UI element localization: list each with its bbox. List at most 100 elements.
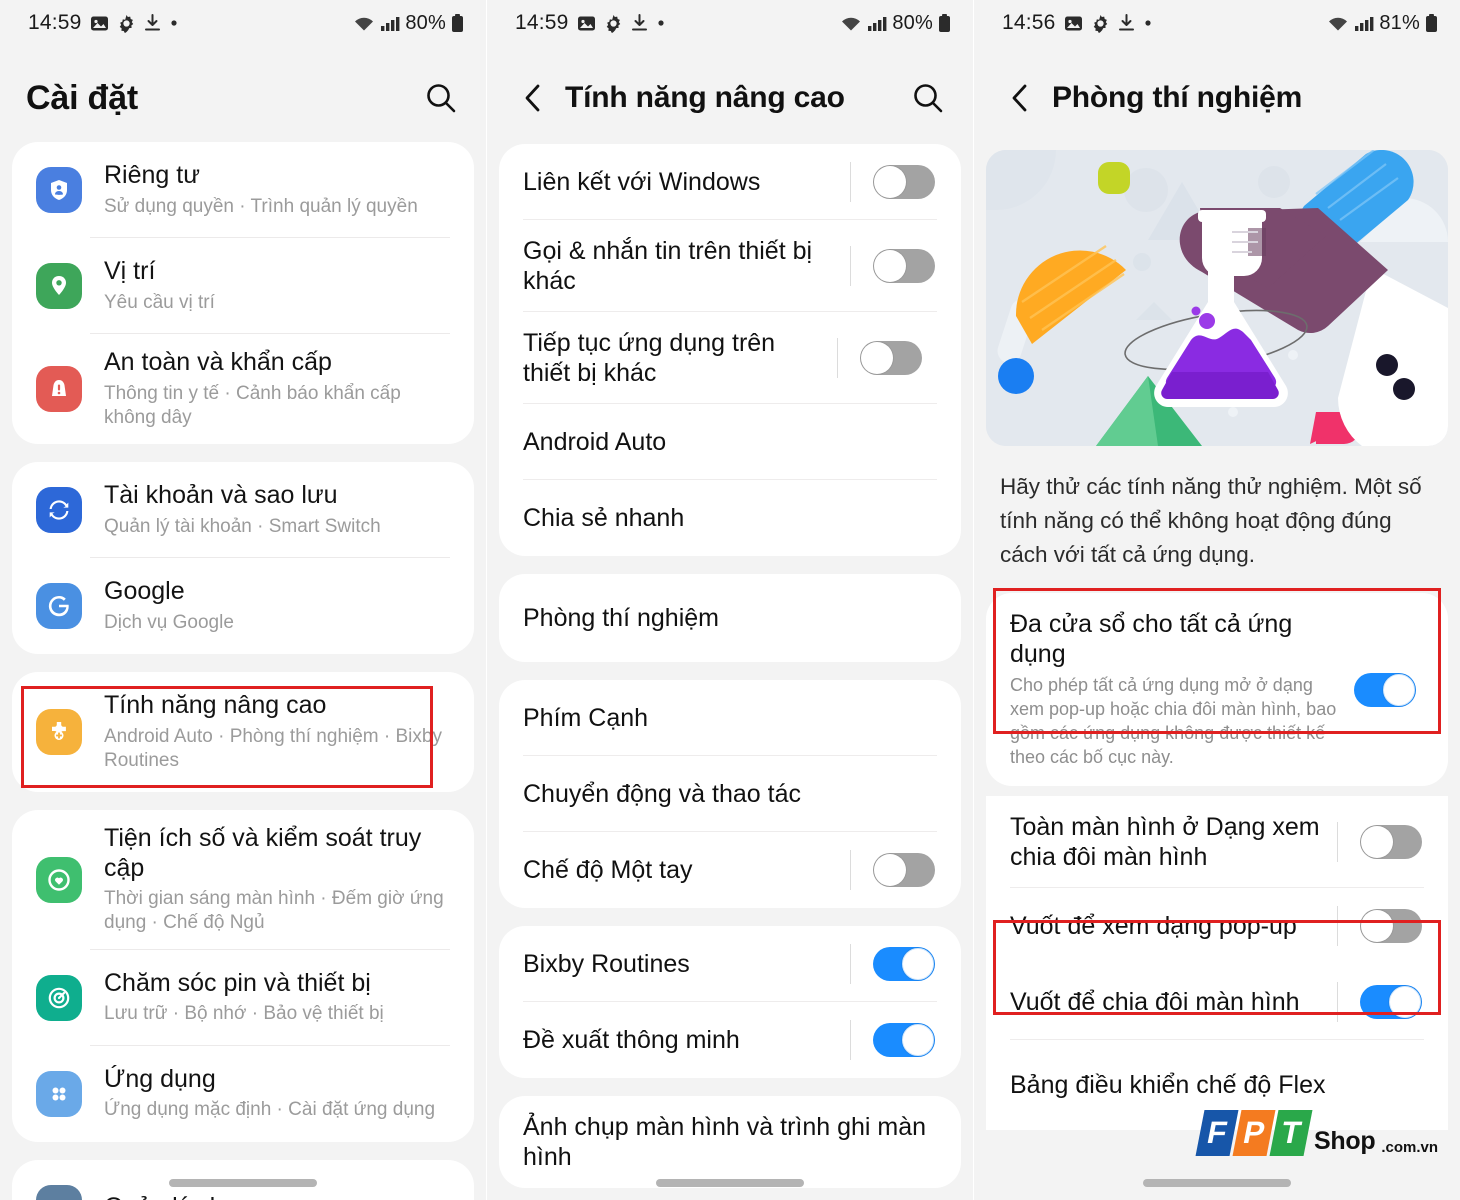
labs-item-swipe-split[interactable]: Vuốt để chia đôi màn hình [986, 964, 1448, 1040]
home-handle[interactable] [656, 1179, 804, 1187]
labs-item-swipe-popup[interactable]: Vuốt để xem dạng pop-up [986, 888, 1448, 964]
status-bar-1: 14:59 80% [0, 0, 486, 46]
settings-item-title: Tính năng nâng cao [104, 691, 327, 720]
home-handle[interactable] [1143, 1179, 1291, 1187]
toggle-separator [1337, 982, 1338, 1022]
item-title: Liên kết với Windows [523, 168, 761, 196]
toggle-bixby-routines[interactable] [873, 947, 935, 981]
privacy-shield-icon [36, 167, 82, 213]
toggle-swipe-popup[interactable] [1360, 909, 1422, 943]
advanced-features-icon [36, 709, 82, 756]
toggle-one-handed-mode[interactable] [873, 853, 935, 887]
settings-item-apps[interactable]: Ứng dụng Ứng dụng mặc định · Cài đặt ứng… [12, 1046, 474, 1142]
gear-icon [1091, 14, 1110, 33]
download-icon [144, 13, 161, 33]
download-icon [631, 13, 648, 33]
settings-item-subtitle: Android Auto · Phòng thí nghiệm · Bixby … [104, 725, 442, 771]
settings-item-subtitle: Sử dụng quyền · Trình quản lý quyền [104, 195, 418, 217]
settings-item-privacy[interactable]: Riêng tư Sử dụng quyền · Trình quản lý q… [12, 142, 474, 238]
settings-item-digital-wellbeing[interactable]: Tiện ích số và kiểm soát truy cập Thời g… [12, 810, 474, 950]
toggle-link-to-windows[interactable] [873, 165, 935, 199]
search-icon[interactable] [905, 75, 951, 121]
settings-item-title: Tiện ích số và kiểm soát truy cập [104, 824, 422, 882]
advanced-item-quick-share[interactable]: Chia sẻ nhanh [499, 480, 961, 556]
page-title: Cài đặt [26, 78, 138, 117]
settings-group-1: Riêng tư Sử dụng quyền · Trình quản lý q… [12, 142, 474, 445]
settings-item-subtitle: Ứng dụng mặc định · Cài đặt ứng dụng [104, 1099, 436, 1121]
status-time: 14:56 [1002, 11, 1056, 34]
battery-percent: 81% [1379, 11, 1420, 34]
advanced-item-one-handed-mode[interactable]: Chế độ Một tay [499, 832, 961, 908]
item-title: Vuốt để chia đôi màn hình [1010, 988, 1300, 1016]
item-title: Ảnh chụp màn hình và trình ghi màn hình [523, 1113, 927, 1171]
settings-item-google[interactable]: Google Dịch vụ Google [12, 558, 474, 654]
item-title: Đa cửa sổ cho tất cả ứng dụng [1010, 610, 1293, 669]
settings-item-subtitle: Thời gian sáng màn hình · Đếm giờ ứng dụ… [104, 888, 444, 934]
toggle-multi-window-all-apps[interactable] [1354, 672, 1416, 707]
battery-percent: 80% [892, 11, 933, 34]
signal-icon [380, 14, 400, 33]
advanced-item-bixby-routines[interactable]: Bixby Routines [499, 926, 961, 1002]
home-handle[interactable] [169, 1179, 317, 1187]
advanced-group-1: Liên kết với Windows Gọi & nhắn tin trên… [499, 144, 961, 556]
settings-item-subtitle: Dịch vụ Google [104, 611, 234, 633]
advanced-item-motions-gestures[interactable]: Chuyển động và thao tác [499, 756, 961, 832]
item-title: Đề xuất thông minh [523, 1026, 740, 1054]
settings-item-location[interactable]: Vị trí Yêu cầu vị trí [12, 238, 474, 334]
advanced-item-android-auto[interactable]: Android Auto [499, 404, 961, 480]
advanced-item-call-sms-other-device[interactable]: Gọi & nhắn tin trên thiết bị khác [499, 220, 961, 312]
labs-group-2: Toàn màn hình ở Dạng xem chia đôi màn hì… [986, 796, 1448, 1130]
settings-item-device-care[interactable]: Chăm sóc pin và thiết bị Lưu trữ · Bộ nh… [12, 950, 474, 1046]
settings-item-subtitle: Thông tin y tế · Cảnh báo khẩn cấp không… [104, 382, 401, 428]
toggle-swipe-split[interactable] [1360, 985, 1422, 1019]
search-icon[interactable] [418, 75, 464, 121]
toggle-call-sms-other-device[interactable] [873, 249, 935, 283]
screen-advanced-features: 14:59 80% Tính năng nâng cao Liên kết vớ… [487, 0, 974, 1200]
settings-item-title: Google [104, 577, 185, 606]
battery-percent: 80% [405, 11, 446, 34]
settings-item-safety-emergency[interactable]: An toàn và khẩn cấp Thông tin y tế · Cản… [12, 334, 474, 444]
settings-item-subtitle: Quản lý tài khoản · Smart Switch [104, 515, 381, 537]
item-title: Tiếp tục ứng dụng trên thiết bị khác [523, 329, 776, 387]
toggle-fullscreen-split[interactable] [1360, 825, 1422, 859]
labs-item-multi-window-all-apps[interactable]: Đa cửa sổ cho tất cả ứng dụng Cho phép t… [986, 593, 1448, 786]
settings-item-advanced-features[interactable]: Tính năng nâng cao Android Auto · Phòng … [12, 672, 474, 792]
three-screenshot-strip: 14:59 80% Cài đặt Riêng tư Sử dụng quyền… [0, 0, 1460, 1200]
settings-item-accounts-backup[interactable]: Tài khoản và sao lưu Quản lý tài khoản ·… [12, 462, 474, 559]
nav-handle-bar-2 [487, 1166, 973, 1200]
toggle-separator [850, 944, 851, 984]
settings-item-title: Vị trí [104, 257, 156, 286]
back-icon[interactable] [1000, 78, 1040, 118]
toggle-smart-suggestions[interactable] [873, 1023, 935, 1057]
page-title: Tính năng nâng cao [565, 81, 845, 114]
dot-icon [656, 18, 666, 28]
labs-item-fullscreen-split[interactable]: Toàn màn hình ở Dạng xem chia đôi màn hì… [986, 796, 1448, 888]
advanced-item-edge-panels[interactable]: Phím Cạnh [499, 680, 961, 756]
fpt-domain-text: .com.vn [1381, 1139, 1438, 1156]
toggle-separator [850, 1020, 851, 1060]
advanced-item-link-to-windows[interactable]: Liên kết với Windows [499, 144, 961, 220]
back-icon[interactable] [513, 78, 553, 118]
battery-icon [938, 13, 951, 33]
fpt-shop-text: Shop [1314, 1127, 1376, 1155]
advanced-item-smart-suggestions[interactable]: Đề xuất thông minh [499, 1002, 961, 1078]
status-time: 14:59 [515, 11, 569, 34]
advanced-item-labs[interactable]: Phòng thí nghiệm [499, 574, 961, 662]
fpt-logo: F P T [1195, 1110, 1313, 1156]
item-title: Bảng điều khiển chế độ Flex [1010, 1071, 1326, 1099]
emergency-icon [36, 366, 82, 413]
dot-icon [1143, 18, 1153, 28]
item-title: Toàn màn hình ở Dạng xem chia đôi màn hì… [1010, 813, 1320, 871]
app-bar-settings: Cài đặt [0, 46, 486, 150]
toggle-separator [850, 246, 851, 286]
toggle-separator [850, 850, 851, 890]
settings-group-4: Tiện ích số và kiểm soát truy cập Thời g… [12, 810, 474, 1142]
item-title: Gọi & nhắn tin trên thiết bị khác [523, 237, 813, 295]
app-bar-labs: Phòng thí nghiệm [974, 46, 1460, 150]
toggle-continue-apps[interactable] [860, 341, 922, 375]
advanced-item-continue-apps[interactable]: Tiếp tục ứng dụng trên thiết bị khác [499, 312, 961, 404]
advanced-group-4: Bixby Routines Đề xuất thông minh [499, 926, 961, 1078]
signal-icon [867, 14, 887, 33]
fpt-shop-watermark: F P T Shop .com.vn [1195, 1110, 1438, 1156]
item-title: Android Auto [523, 428, 667, 456]
